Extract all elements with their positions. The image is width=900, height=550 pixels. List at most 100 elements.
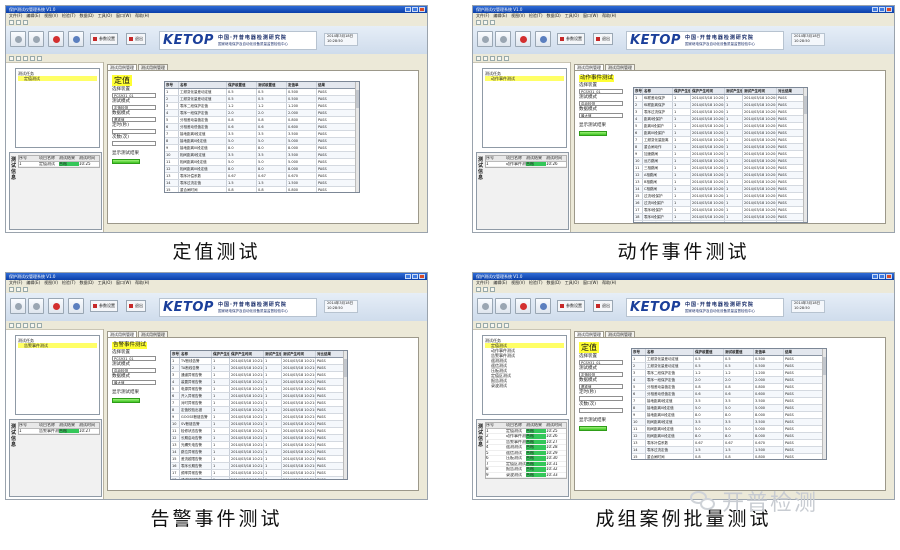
grid-column-header[interactable]: 保护装置值 [694, 349, 724, 355]
home-button[interactable] [477, 31, 493, 47]
grid-column-header[interactable]: 定值单 [287, 82, 317, 88]
exit-button[interactable]: 退出 [593, 33, 613, 45]
grid-row[interactable]: 17零序I段保护12014/03/18 10:20:1712014/03/18 … [634, 207, 807, 214]
export-icon[interactable] [37, 322, 42, 328]
grid-column-header[interactable]: 序号 [171, 351, 180, 357]
grid-row[interactable]: 3 零序二段保护定值 1.2 1.2 1.200 PASS [632, 370, 826, 377]
grid-column-header[interactable]: 测试产生时间 [743, 88, 777, 94]
grid-column-header[interactable]: 测试产生值 [725, 88, 743, 94]
grid-scrollbar[interactable] [355, 82, 359, 192]
new-icon[interactable] [476, 20, 481, 25]
grid-row[interactable]: 12长期启动告警12014/03/18 10:21:1212014/03/18 … [171, 435, 347, 442]
stop-button[interactable] [515, 31, 531, 47]
home-button[interactable] [10, 298, 26, 314]
grid-row[interactable]: 10SV断链告警12014/03/18 10:21:1012014/03/18 … [171, 421, 347, 428]
show-result-button[interactable] [579, 131, 607, 136]
grid-row[interactable]: 8重合闸动作12014/03/18 10:20:0812014/03/18 10… [634, 144, 807, 151]
tree-item[interactable]: 动作事件测试 [485, 76, 564, 81]
grid-row[interactable]: 17频率异常告警12014/03/18 10:21:1712014/03/18 … [171, 470, 347, 477]
grid-column-header[interactable]: 序号 [634, 88, 643, 94]
grid-row[interactable]: 3零序过流保护12014/03/18 10:20:0312014/03/18 1… [634, 109, 807, 116]
tree-item[interactable]: 告警事件测试 [18, 343, 97, 348]
grid-column-header[interactable]: 保护产生值 [212, 351, 230, 357]
grid-column-header[interactable]: 测试装置值 [724, 349, 754, 355]
show-result-button[interactable] [112, 398, 140, 403]
grid-row[interactable]: 12A相跳闸12014/03/18 10:20:1212014/03/18 10… [634, 172, 807, 179]
grid-row[interactable]: 11 相间距离II段定值 5.0 5.0 5.000 PASS [165, 159, 359, 166]
grid-row[interactable]: 15 重合闸时间 0.8 0.8 0.800 PASS [165, 187, 359, 192]
close-button[interactable] [419, 7, 425, 12]
grid-row[interactable]: 14C相跳闸12014/03/18 10:20:1412014/03/18 10… [634, 186, 807, 193]
grid-row[interactable]: 11三相跳闸12014/03/18 10:20:1112014/03/18 10… [634, 165, 807, 172]
open-icon[interactable] [16, 287, 21, 292]
grid-row[interactable]: 4 零序一段保护定值 2.0 2.0 2.000 PASS [165, 110, 359, 117]
grid-row[interactable]: 3 零序二段保护定值 1.2 1.2 1.200 PASS [165, 103, 359, 110]
grid-row[interactable]: 6开入异常告警12014/03/18 10:21:0612014/03/18 1… [171, 393, 347, 400]
export-icon[interactable] [37, 55, 42, 61]
grid-row[interactable]: 8 接地距离II段定值 5.0 5.0 5.000 PASS [632, 405, 826, 412]
device-button[interactable] [535, 31, 551, 47]
settings-button[interactable]: 参数设置 [557, 300, 585, 312]
grid-column-header[interactable]: 保护产生时间 [691, 88, 725, 94]
grid-column-header[interactable]: 结果 [317, 82, 357, 88]
delete-icon[interactable] [23, 55, 28, 61]
grid-row[interactable]: 12 相间距离III段定值 8.0 8.0 8.000 PASS [632, 433, 826, 440]
grid-column-header[interactable]: 测试装置值 [257, 82, 287, 88]
device-select[interactable]: PCS931_01 [112, 356, 156, 361]
exit-button[interactable]: 退出 [126, 300, 146, 312]
test-mode-select[interactable]: 启动检测 [112, 368, 156, 373]
grid-row[interactable]: 5 分相差动高值定值 0.8 0.8 0.800 PASS [165, 117, 359, 124]
grid-row[interactable]: 3通道异常告警12014/03/18 10:21:0312014/03/18 1… [171, 372, 347, 379]
grid-row[interactable]: 10远方跳闸12014/03/18 10:20:1012014/03/18 10… [634, 158, 807, 165]
maximize-button[interactable] [879, 274, 885, 279]
back-button[interactable] [28, 31, 44, 47]
grid-row[interactable]: 8 接地距离II段定值 5.0 5.0 5.000 PASS [165, 138, 359, 145]
home-button[interactable] [10, 31, 26, 47]
grid-row[interactable]: 15 重合闸时间 0.8 0.8 0.800 PASS [632, 454, 826, 459]
grid-row[interactable]: 6 分相差动低值定值 0.6 0.6 0.600 PASS [165, 124, 359, 131]
grid-row[interactable]: 13光耦失电告警12014/03/18 10:21:1312014/03/18 … [171, 442, 347, 449]
grid-column-header[interactable]: 结果 [784, 349, 824, 355]
stop-button[interactable] [515, 298, 531, 314]
grid-column-header[interactable]: 对比结果 [316, 351, 345, 357]
grid-row[interactable]: 9 接地距离III段定值 8.0 8.0 8.000 PASS [165, 145, 359, 152]
summary-row[interactable]: 9 录波测试 合格 10:33 [486, 472, 566, 478]
grid-scrollbar[interactable] [343, 351, 347, 479]
grid-row[interactable]: 4装置异常告警12014/03/18 10:21:0412014/03/18 1… [171, 379, 347, 386]
refresh-icon[interactable] [9, 55, 14, 61]
open-icon[interactable] [483, 20, 488, 25]
save-icon[interactable] [490, 20, 495, 25]
delete-icon[interactable] [23, 322, 28, 328]
timer-input[interactable] [579, 396, 623, 401]
minimize-button[interactable] [405, 274, 411, 279]
grid-column-header[interactable]: 保护产生值 [673, 88, 691, 94]
stop-button[interactable] [48, 31, 64, 47]
add-icon[interactable] [16, 322, 21, 328]
back-button[interactable] [495, 298, 511, 314]
close-button[interactable] [886, 274, 892, 279]
grid-row[interactable]: 2纵联距离保护12014/03/18 10:20:0212014/03/18 1… [634, 102, 807, 109]
cycle-input[interactable] [579, 408, 623, 413]
new-icon[interactable] [9, 20, 14, 25]
device-button[interactable] [68, 31, 84, 47]
maximize-button[interactable] [412, 7, 418, 12]
grid-row[interactable]: 7对时异常告警12014/03/18 10:21:0712014/03/18 1… [171, 400, 347, 407]
timer-input[interactable] [112, 129, 156, 134]
grid-column-header[interactable]: 对比结果 [777, 88, 805, 94]
grid-scrollbar[interactable] [822, 349, 826, 459]
device-button[interactable] [68, 298, 84, 314]
grid-row[interactable]: 16过流II段保护12014/03/18 10:20:1612014/03/18… [634, 200, 807, 207]
device-button[interactable] [535, 298, 551, 314]
grid-column-header[interactable]: 测试产生值 [264, 351, 282, 357]
settings-button[interactable]: 参数设置 [90, 33, 118, 45]
grid-row[interactable]: 12 相间距离III段定值 8.0 8.0 8.000 PASS [165, 166, 359, 173]
grid-row[interactable]: 18通道延时告警12014/03/18 10:21:1812014/03/18 … [171, 477, 347, 479]
minimize-button[interactable] [405, 7, 411, 12]
grid-row[interactable]: 11检修状态告警12014/03/18 10:21:1112014/03/18 … [171, 428, 347, 435]
grid-row[interactable]: 14 零序过流定值 1.5 1.5 1.500 PASS [632, 447, 826, 454]
import-icon[interactable] [497, 322, 502, 328]
test-mode-select[interactable]: 定值检测 [579, 372, 623, 377]
grid-row[interactable]: 9加速跳闸12014/03/18 10:20:0912014/03/18 10:… [634, 151, 807, 158]
save-icon[interactable] [490, 287, 495, 292]
grid-row[interactable]: 1 工频变化量差动定值 0.5 0.5 0.500 PASS [165, 89, 359, 96]
